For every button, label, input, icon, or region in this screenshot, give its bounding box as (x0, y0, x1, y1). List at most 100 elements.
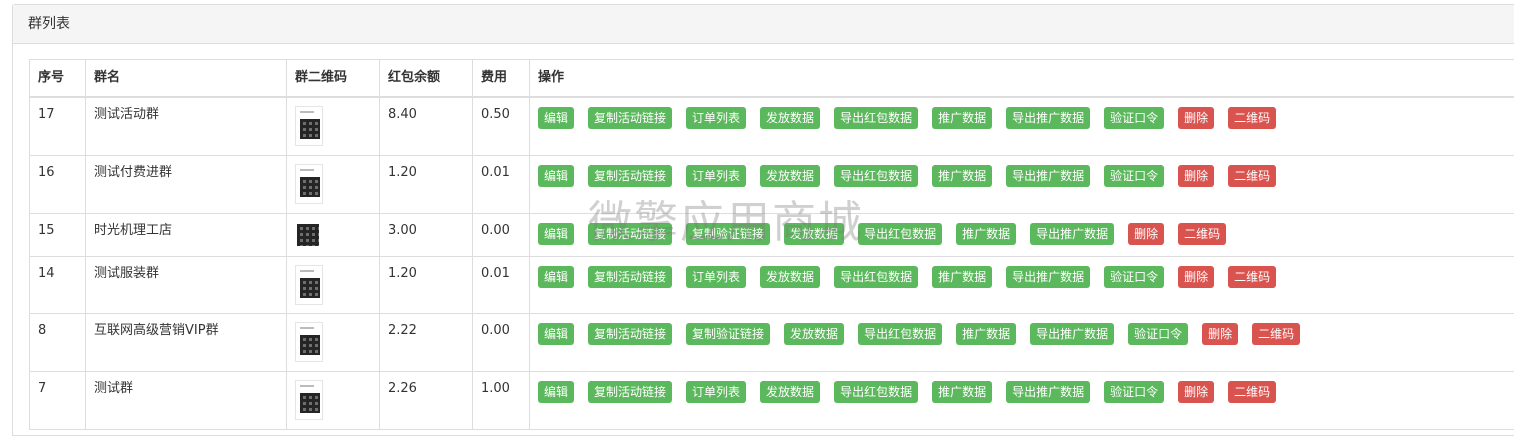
header-id: 序号 (30, 60, 86, 98)
action-button[interactable]: 二维码 (1228, 381, 1276, 403)
cell-balance: 1.20 (380, 256, 473, 313)
cell-id: 7 (30, 371, 86, 429)
cell-qrcode (287, 213, 380, 256)
table-header-row: 序号 群名 群二维码 红包余额 费用 操作 (30, 60, 1514, 98)
action-button[interactable]: 二维码 (1228, 165, 1276, 187)
cell-qrcode (287, 97, 380, 155)
action-button[interactable]: 导出红包数据 (858, 323, 942, 345)
cell-id: 15 (30, 213, 86, 256)
action-button[interactable]: 发放数据 (760, 266, 820, 288)
cell-fee: 0.01 (473, 256, 530, 313)
action-button[interactable]: 二维码 (1228, 107, 1276, 129)
action-button[interactable]: 验证口令 (1104, 266, 1164, 288)
cell-qrcode (287, 371, 380, 429)
qrcode-image (295, 106, 323, 146)
cell-balance: 8.40 (380, 97, 473, 155)
cell-balance: 2.26 (380, 371, 473, 429)
action-button[interactable]: 导出红包数据 (834, 107, 918, 129)
cell-actions: 编辑复制活动链接复制验证链接发放数据导出红包数据推广数据导出推广数据验证口令删除… (530, 313, 1514, 371)
cell-id: 14 (30, 256, 86, 313)
action-button[interactable]: 删除 (1178, 107, 1214, 129)
action-button[interactable]: 删除 (1178, 165, 1214, 187)
cell-id: 8 (30, 313, 86, 371)
cell-balance: 2.22 (380, 313, 473, 371)
action-button[interactable]: 复制验证链接 (686, 223, 770, 245)
action-button[interactable]: 推广数据 (932, 165, 992, 187)
cell-fee: 0.00 (473, 213, 530, 256)
action-button[interactable]: 二维码 (1178, 223, 1226, 245)
group-list-panel: 群列表 序号 群名 群二维码 红包余额 费用 操作 17测试活动群8.400.5… (12, 4, 1514, 436)
action-button[interactable]: 订单列表 (686, 107, 746, 129)
action-button[interactable]: 删除 (1178, 266, 1214, 288)
action-button[interactable]: 复制活动链接 (588, 223, 672, 245)
action-button[interactable]: 导出推广数据 (1006, 266, 1090, 288)
group-table: 序号 群名 群二维码 红包余额 费用 操作 17测试活动群8.400.50编辑复… (29, 59, 1514, 430)
cell-id: 17 (30, 97, 86, 155)
cell-id: 16 (30, 155, 86, 213)
cell-actions: 编辑复制活动链接订单列表发放数据导出红包数据推广数据导出推广数据验证口令删除二维… (530, 256, 1514, 313)
cell-name: 测试付费进群 (86, 155, 287, 213)
panel-title: 群列表 (13, 5, 1514, 44)
action-button[interactable]: 复制验证链接 (686, 323, 770, 345)
action-button[interactable]: 二维码 (1228, 266, 1276, 288)
action-button[interactable]: 编辑 (538, 266, 574, 288)
action-button[interactable]: 编辑 (538, 323, 574, 345)
action-button[interactable]: 推广数据 (956, 323, 1016, 345)
action-button[interactable]: 订单列表 (686, 266, 746, 288)
cell-name: 时光机理工店 (86, 213, 287, 256)
cell-name: 互联网高级营销VIP群 (86, 313, 287, 371)
action-button[interactable]: 推广数据 (932, 381, 992, 403)
action-button[interactable]: 删除 (1202, 323, 1238, 345)
action-button[interactable]: 发放数据 (760, 165, 820, 187)
action-button[interactable]: 导出红包数据 (834, 266, 918, 288)
action-button[interactable]: 导出推广数据 (1006, 381, 1090, 403)
action-button[interactable]: 导出红包数据 (834, 165, 918, 187)
action-button[interactable]: 复制活动链接 (588, 266, 672, 288)
cell-balance: 1.20 (380, 155, 473, 213)
action-button[interactable]: 导出推广数据 (1030, 323, 1114, 345)
action-button[interactable]: 发放数据 (784, 223, 844, 245)
action-button[interactable]: 发放数据 (760, 381, 820, 403)
action-button[interactable]: 编辑 (538, 165, 574, 187)
action-button[interactable]: 发放数据 (784, 323, 844, 345)
action-button[interactable]: 验证口令 (1104, 381, 1164, 403)
action-button[interactable]: 复制活动链接 (588, 323, 672, 345)
action-button[interactable]: 导出红包数据 (858, 223, 942, 245)
action-button[interactable]: 验证口令 (1104, 165, 1164, 187)
table-row: 15时光机理工店3.000.00编辑复制活动链接复制验证链接发放数据导出红包数据… (30, 213, 1514, 256)
action-button[interactable]: 订单列表 (686, 165, 746, 187)
qrcode-image (295, 380, 323, 420)
cell-actions: 编辑复制活动链接订单列表发放数据导出红包数据推广数据导出推广数据验证口令删除二维… (530, 155, 1514, 213)
action-button[interactable]: 编辑 (538, 381, 574, 403)
action-button[interactable]: 导出红包数据 (834, 381, 918, 403)
cell-fee: 0.01 (473, 155, 530, 213)
action-button[interactable]: 删除 (1128, 223, 1164, 245)
header-actions: 操作 (530, 60, 1514, 98)
action-button[interactable]: 复制活动链接 (588, 165, 672, 187)
cell-qrcode (287, 313, 380, 371)
action-button[interactable]: 推广数据 (956, 223, 1016, 245)
cell-name: 测试活动群 (86, 97, 287, 155)
header-qrcode: 群二维码 (287, 60, 380, 98)
action-button[interactable]: 验证口令 (1104, 107, 1164, 129)
cell-actions: 编辑复制活动链接复制验证链接发放数据导出红包数据推广数据导出推广数据删除二维码 (530, 213, 1514, 256)
action-button[interactable]: 导出推广数据 (1006, 107, 1090, 129)
action-button[interactable]: 验证口令 (1128, 323, 1188, 345)
action-button[interactable]: 导出推广数据 (1030, 223, 1114, 245)
qrcode-image (295, 322, 323, 362)
action-button[interactable]: 复制活动链接 (588, 107, 672, 129)
action-button[interactable]: 推广数据 (932, 107, 992, 129)
table-row: 8互联网高级营销VIP群2.220.00编辑复制活动链接复制验证链接发放数据导出… (30, 313, 1514, 371)
action-button[interactable]: 推广数据 (932, 266, 992, 288)
action-button[interactable]: 发放数据 (760, 107, 820, 129)
action-button[interactable]: 二维码 (1252, 323, 1300, 345)
action-button[interactable]: 订单列表 (686, 381, 746, 403)
action-button[interactable]: 导出推广数据 (1006, 165, 1090, 187)
action-button[interactable]: 编辑 (538, 107, 574, 129)
action-button[interactable]: 复制活动链接 (588, 381, 672, 403)
action-button[interactable]: 删除 (1178, 381, 1214, 403)
action-button[interactable]: 编辑 (538, 223, 574, 245)
header-name: 群名 (86, 60, 287, 98)
cell-name: 测试服装群 (86, 256, 287, 313)
header-fee: 费用 (473, 60, 530, 98)
